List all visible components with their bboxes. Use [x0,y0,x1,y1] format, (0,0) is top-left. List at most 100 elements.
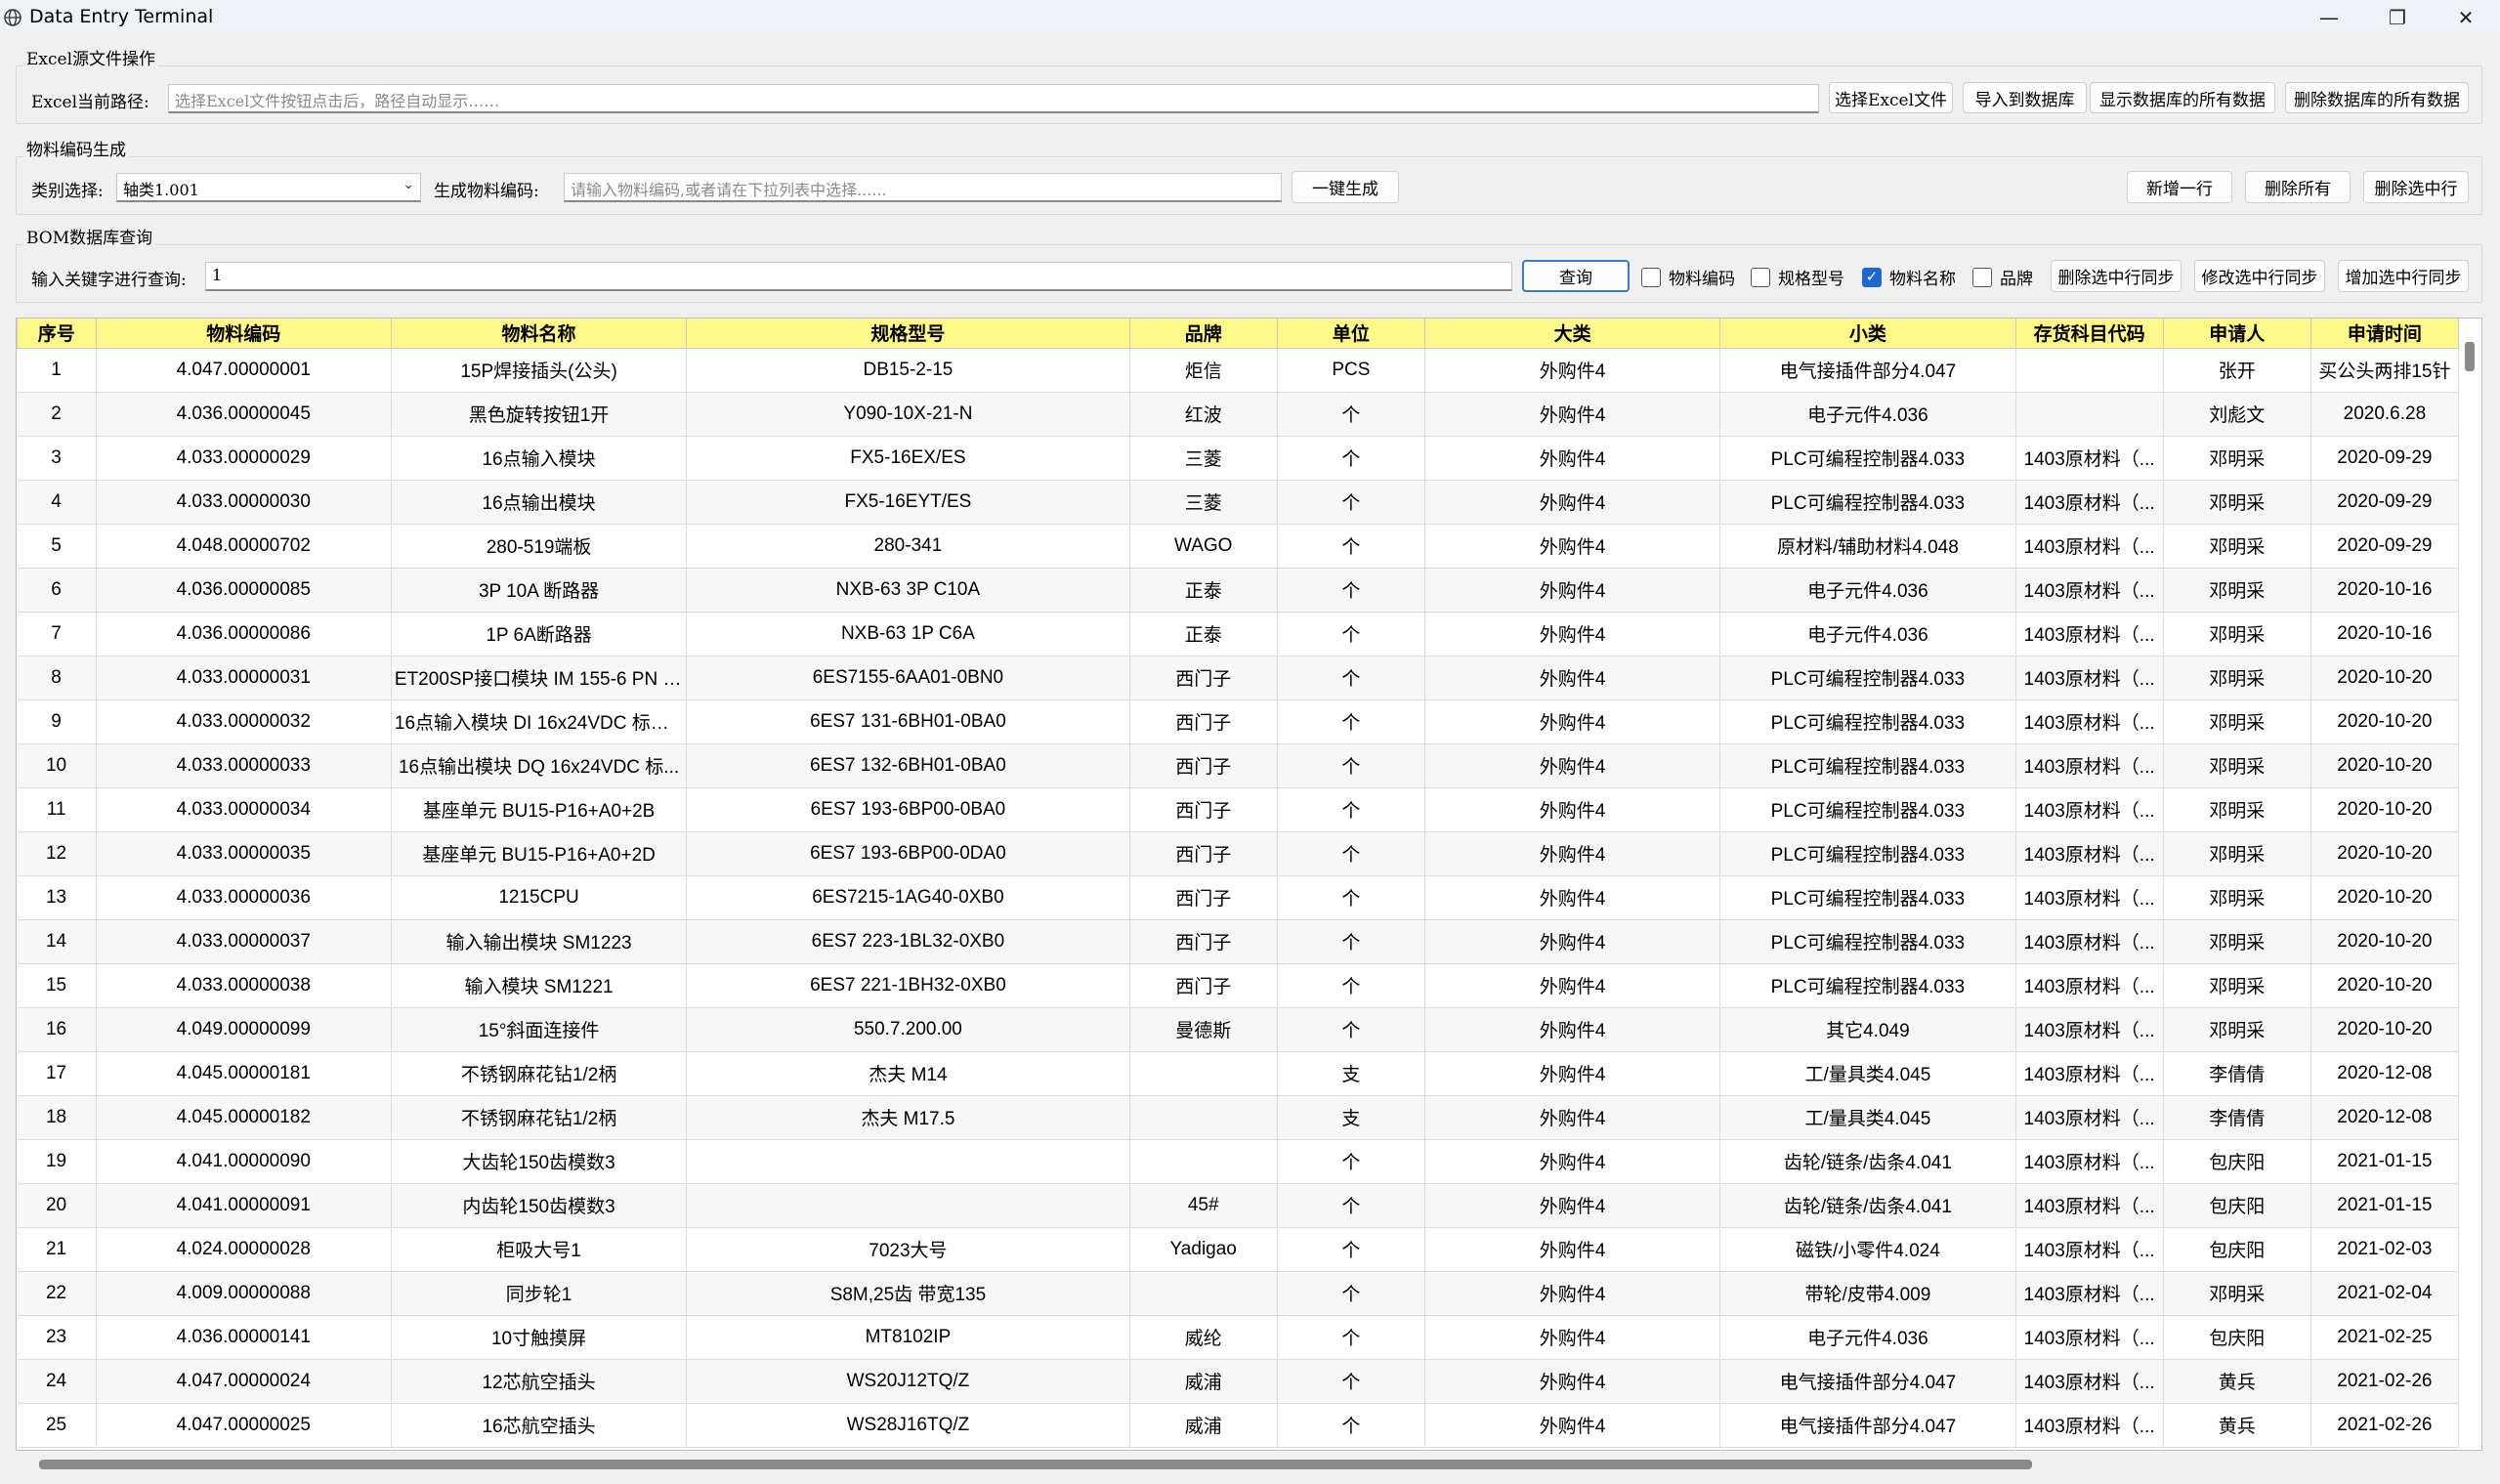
table-cell[interactable]: 15 [17,963,97,1008]
excel-path-field[interactable]: 选择Excel文件按钮点击后，路径自动显示…… [168,84,1819,113]
table-row[interactable]: 7 4.036.00000086 1P 6A断路器 NXB-63 1P C6A 正泰个外… [17,612,2460,657]
table-cell[interactable]: 邓明采 [2163,875,2311,920]
table-cell[interactable]: WS20J12TQ/Z [686,1359,1130,1404]
table-cell[interactable] [2015,348,2164,393]
close-button[interactable]: ✕ [2432,0,2500,35]
table-cell[interactable]: 邓明采 [2163,963,2311,1008]
table-row[interactable]: 4 4.033.00000030 16点输出模块 FX5-16EYT/ES 三菱个外购件… [17,480,2460,525]
table-cell[interactable]: 个 [1277,919,1425,964]
table-row[interactable]: 12 4.033.00000035 基座单元 BU15-P16+A0+2D 6ES7 … [17,831,2460,876]
query-button[interactable]: 查询 [1522,260,1630,292]
table-cell[interactable]: 6ES7215-1AG40-0XB0 [686,875,1130,920]
table-cell[interactable]: 西门子 [1129,787,1278,832]
table-cell[interactable]: 1403原材料（... [2015,1359,2164,1404]
table-cell[interactable]: 10寸触摸屏 [391,1315,688,1360]
column-header[interactable]: 存货科目代码 [2014,318,2164,349]
table-cell[interactable]: 4.033.00000036 [96,875,392,920]
table-cell[interactable]: 2021-02-25 [2310,1315,2460,1360]
table-cell[interactable]: 16点输入模块 [391,436,688,481]
table-cell[interactable]: 西门子 [1129,963,1278,1008]
table-cell[interactable]: 4.045.00000181 [96,1051,392,1096]
table-cell[interactable]: 外购件4 [1424,787,1721,832]
table-cell[interactable]: 1403原材料（... [2015,875,2164,920]
table-cell[interactable]: 6ES7 193-6BP00-0DA0 [686,831,1130,876]
table-cell[interactable]: 21 [17,1227,97,1272]
table-cell[interactable]: 工/量具类4.045 [1719,1095,2016,1140]
table-row[interactable]: 19 4.041.00000090 大齿轮150齿模数3 个外购件4 齿轮/链条/齿条4… [17,1139,2460,1184]
table-cell[interactable]: 邓明采 [2163,700,2311,744]
table-cell[interactable]: 不锈钢麻花钻1/2柄 [391,1095,688,1140]
table-cell[interactable]: 4.041.00000091 [96,1183,392,1228]
table-cell[interactable]: 6ES7 132-6BH01-0BA0 [686,743,1130,788]
column-header[interactable]: 小类 [1719,318,2016,349]
table-cell[interactable]: 邓明采 [2163,831,2311,876]
table-cell[interactable]: ET200SP接口模块 IM 155-6 PN ST [391,656,688,700]
table-cell[interactable]: 李倩倩 [2163,1095,2311,1140]
table-cell[interactable]: 个 [1277,524,1425,569]
table-row[interactable]: 24 4.047.00000024 12芯航空插头 WS20J12TQ/Z 威浦个外购件… [17,1359,2460,1404]
table-cell[interactable]: 4.033.00000032 [96,700,392,744]
horizontal-scrollbar-thumb[interactable] [39,1460,2032,1469]
delete-all-rows-button[interactable]: 删除所有 [2245,171,2351,203]
table-cell[interactable]: 邓明采 [2163,656,2311,700]
table-cell[interactable]: 个 [1277,1227,1425,1272]
table-cell[interactable]: 个 [1277,875,1425,920]
table-row[interactable]: 22 4.009.00000088 同步轮1 S8M,25齿 带宽135 个外购件4 带轮… [17,1271,2460,1316]
table-cell[interactable]: 电子元件4.036 [1719,612,2016,657]
table-cell[interactable]: 邓明采 [2163,787,2311,832]
delete-all-data-button[interactable]: 删除数据库的所有数据 [2285,82,2469,113]
table-cell[interactable]: 三菱 [1129,480,1278,525]
table-cell[interactable]: 邓明采 [2163,919,2311,964]
table-cell[interactable]: 1403原材料（... [2015,524,2164,569]
table-cell[interactable]: 杰夫 M17.5 [686,1095,1130,1140]
table-cell[interactable]: 4.045.00000182 [96,1095,392,1140]
checkbox-material-name[interactable]: ✓ 物料名称 [1862,265,1956,289]
table-cell[interactable]: 16 [17,1007,97,1052]
table-cell[interactable]: 外购件4 [1424,436,1721,481]
add-row-button[interactable]: 新增一行 [2127,171,2232,203]
table-cell[interactable]: 2021-01-15 [2310,1183,2460,1228]
table-cell[interactable]: 外购件4 [1424,1139,1721,1184]
table-cell[interactable]: 2020-09-29 [2310,480,2460,525]
table-cell[interactable]: 4.047.00000024 [96,1359,392,1404]
table-cell[interactable]: 电气接插件部分4.047 [1719,348,2016,393]
table-cell[interactable]: 20 [17,1183,97,1228]
table-cell[interactable]: 3P 10A 断路器 [391,568,688,613]
table-cell[interactable]: 威浦 [1129,1359,1278,1404]
table-cell[interactable]: 4.041.00000090 [96,1139,392,1184]
table-cell[interactable]: 外购件4 [1424,1095,1721,1140]
table-cell[interactable]: Yadigao [1129,1227,1278,1272]
table-cell[interactable]: 外购件4 [1424,392,1721,437]
table-cell[interactable]: 1403原材料（... [2015,436,2164,481]
table-cell[interactable]: 个 [1277,1007,1425,1052]
table-cell[interactable]: 19 [17,1139,97,1184]
table-cell[interactable]: 邓明采 [2163,743,2311,788]
table-cell[interactable]: 4.024.00000028 [96,1227,392,1272]
table-cell[interactable]: 24 [17,1359,97,1404]
table-cell[interactable]: 1403原材料（... [2015,1139,2164,1184]
table-cell[interactable]: 邓明采 [2163,480,2311,525]
table-cell[interactable]: 6ES7155-6AA01-0BN0 [686,656,1130,700]
column-header[interactable]: 申请人 [2162,318,2311,349]
table-cell[interactable]: 1403原材料（... [2015,787,2164,832]
table-cell[interactable]: 550.7.200.00 [686,1007,1130,1052]
table-cell[interactable]: 4.047.00000025 [96,1403,392,1448]
table-cell[interactable]: 外购件4 [1424,831,1721,876]
table-cell[interactable]: 外购件4 [1424,700,1721,744]
table-cell[interactable]: 李倩倩 [2163,1051,2311,1096]
checkbox-material-code[interactable]: 物料编码 [1641,265,1735,289]
table-cell[interactable]: 15°斜面连接件 [391,1007,688,1052]
import-database-button[interactable]: 导入到数据库 [1963,82,2087,113]
data-table-container[interactable]: 序号 物料编码 物料名称 规格型号 品牌 单位 大类 小类 存货科目代码 申请人… [16,318,2482,1451]
table-cell[interactable]: 西门子 [1129,743,1278,788]
table-cell[interactable]: 电子元件4.036 [1719,392,2016,437]
table-cell[interactable]: 1403原材料（... [2015,700,2164,744]
table-cell[interactable]: 2020-12-08 [2310,1095,2460,1140]
table-cell[interactable]: 4.036.00000085 [96,568,392,613]
table-cell[interactable]: 包庆阳 [2163,1139,2311,1184]
table-cell[interactable]: 2 [17,392,97,437]
table-cell[interactable]: 个 [1277,1403,1425,1448]
table-cell[interactable]: 个 [1277,436,1425,481]
table-cell[interactable]: PLC可编程控制器4.033 [1719,743,2016,788]
table-cell[interactable]: 电气接插件部分4.047 [1719,1359,2016,1404]
